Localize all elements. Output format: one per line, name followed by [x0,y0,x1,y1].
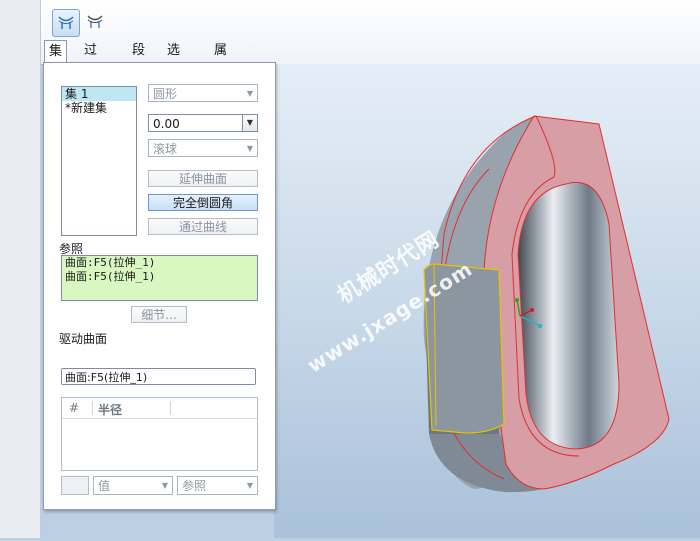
chevron-down-icon: ▼ [246,481,253,490]
set-panel: 集 1 *新建集 圆形 ▼ 0.00 ▼ 滚球 ▼ 延伸曲面 完全倒圆角 通过曲… [43,62,276,510]
list-item[interactable]: 曲面:F5(拉伸_1) [62,270,257,284]
set-mode-icon[interactable] [52,9,80,37]
tab-transition[interactable]: 过渡 [80,40,101,79]
radius-input[interactable]: 0.00 ▼ [148,114,258,132]
tab-segment[interactable]: 段 [128,40,149,61]
full-round-button[interactable]: 完全倒圆角 [148,194,258,211]
chevron-down-icon: ▼ [246,89,253,98]
transition-mode-icon[interactable] [82,9,108,35]
method-select[interactable]: 滚球 ▼ [148,139,258,157]
column-header: # [69,401,80,415]
list-item[interactable]: 集 1 [62,87,136,101]
model-viewport[interactable] [274,64,700,538]
references-list[interactable]: 曲面:F5(拉伸_1) 曲面:F5(拉伸_1) [61,255,258,301]
tab-set[interactable]: 集 [44,40,68,64]
chevron-down-icon: ▼ [246,144,253,153]
model-3d-view [423,115,670,493]
tab-options[interactable]: 选项 [163,40,184,79]
sets-list[interactable]: 集 1 *新建集 [61,86,137,236]
through-curve-button[interactable]: 通过曲线 [148,218,258,235]
tab-properties[interactable]: 属性 [210,40,231,79]
reference-select[interactable]: 参照 ▼ [177,476,258,495]
list-item[interactable]: *新建集 [62,101,136,115]
table-header: # 半径 [62,398,257,419]
driving-surface-label: 驱动曲面 [59,332,108,346]
value-select[interactable]: 值 ▼ [93,476,173,495]
column-header: 半径 [98,403,123,417]
driving-surface-field[interactable]: 曲面:F5(拉伸_1) [61,368,256,385]
chevron-down-icon: ▼ [161,481,168,490]
color-swatch[interactable] [61,476,89,495]
radius-table[interactable]: # 半径 [61,397,258,471]
details-button[interactable]: 细节... [131,306,187,323]
list-item[interactable]: 曲面:F5(拉伸_1) [62,256,257,270]
chevron-down-icon[interactable]: ▼ [242,115,257,131]
model-tree-strip [0,0,41,538]
shape-select[interactable]: 圆形 ▼ [148,84,258,102]
extend-surface-button[interactable]: 延伸曲面 [148,170,258,187]
